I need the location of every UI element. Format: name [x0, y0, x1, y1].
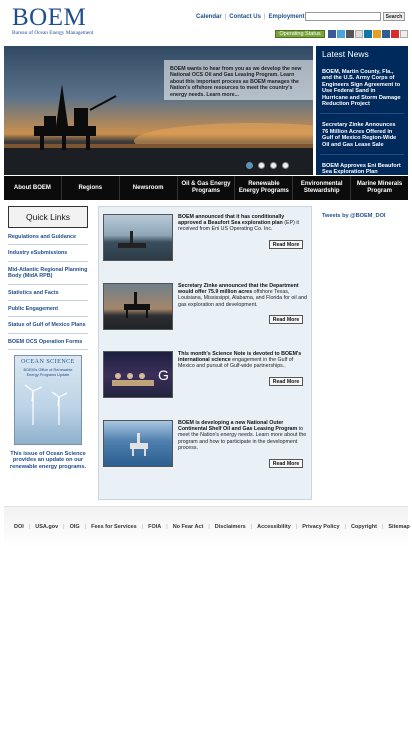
linkedin-icon[interactable]	[364, 30, 372, 38]
quick-link[interactable]: Mid-Atlantic Regional Planning Body (Mid…	[8, 265, 88, 285]
footer-link-disclaimers[interactable]: Disclaimers	[215, 524, 246, 530]
footer-link-fees[interactable]: Fees for Services	[91, 524, 137, 530]
quick-links-heading: Quick Links	[8, 206, 88, 228]
drillship-image	[118, 231, 146, 248]
footer-links: DOI | USA.gov | OIG | Fees for Services | FO…	[14, 524, 410, 530]
story-text: BOEM announced that it has conditionally…	[178, 214, 308, 233]
quick-links-list: Regulations and Guidance Industry eSubmi…	[8, 232, 88, 353]
nav-regions[interactable]: Regions	[62, 176, 120, 200]
youtube-icon[interactable]	[346, 30, 354, 38]
read-more-button[interactable]: Read More	[269, 459, 303, 468]
hero-promo: BOEM wants to hear from you as we develo…	[164, 60, 314, 100]
logo-wordmark: BOEM	[12, 4, 87, 31]
story-headline[interactable]: BOEM is developing a new National Outer …	[178, 420, 297, 432]
flickr-icon[interactable]	[355, 30, 363, 38]
slide-dot-4[interactable]	[282, 162, 289, 169]
news-item[interactable]: BOEM, Martin County, Fla., and the U.S. …	[320, 67, 404, 115]
slide-dot-2[interactable]	[258, 162, 265, 169]
quick-link[interactable]: BOEM OCS Operation Forms	[8, 337, 88, 351]
facebook-icon[interactable]	[328, 30, 336, 38]
story-text: This month's Science Note is devoted to …	[178, 351, 308, 370]
story-image[interactable]	[103, 420, 173, 467]
social-icons	[328, 30, 408, 38]
email-icon[interactable]	[382, 30, 390, 38]
wind-turbine-icon	[24, 384, 68, 425]
footer-link-foia[interactable]: FOIA	[148, 524, 161, 530]
latest-news-panel: Latest News BOEM, Martin County, Fla., a…	[316, 46, 408, 175]
calendar-link[interactable]: Calendar	[196, 14, 222, 20]
read-more-button[interactable]: Read More	[269, 377, 303, 386]
boem-logo[interactable]: BOEM Bureau of Ocean Energy Management	[12, 4, 104, 42]
footer-link-sitemap[interactable]: Sitemap	[388, 524, 409, 530]
contact-us-link[interactable]: Contact Us	[229, 14, 261, 20]
svg-text:G: G	[158, 367, 169, 383]
story-image[interactable]	[103, 214, 173, 261]
stories-panel: BOEM announced that it has conditionally…	[98, 206, 312, 500]
footer-link-copyright[interactable]: Copyright	[351, 524, 377, 530]
footer-link-privacy[interactable]: Privacy Policy	[302, 524, 339, 530]
footer-link-no-fear[interactable]: No Fear Act	[173, 524, 204, 530]
twitter-timeline-link[interactable]: Tweets by @BOEM_DOI	[322, 213, 385, 219]
nav-about-boem[interactable]: About BOEM	[4, 176, 62, 200]
employment-link[interactable]: Employment	[268, 14, 304, 20]
quick-link[interactable]: Public Engagement	[8, 304, 88, 318]
twitter-icon[interactable]	[337, 30, 345, 38]
story-text: BOEM is developing a new National Outer …	[178, 420, 308, 451]
nav-marine-minerals[interactable]: Marine Minerals Program	[351, 176, 408, 200]
rss-icon[interactable]	[373, 30, 381, 38]
operating-status-button[interactable]: Operating Status	[275, 30, 325, 38]
footer-link-usagov[interactable]: USA.gov	[35, 524, 58, 530]
footer-link-doi[interactable]: DOI	[14, 524, 24, 530]
nav-renewable[interactable]: Renewable Energy Programs	[235, 176, 294, 200]
quick-link[interactable]: Status of Gulf of Mexico Plans	[8, 320, 88, 334]
story-text: Secretary Zinke announced that the Depar…	[178, 283, 308, 308]
offshore-platform-image	[130, 433, 148, 456]
latest-news-title: Latest News	[322, 49, 369, 59]
hero-learn-more-link[interactable]: Learn more...	[206, 92, 239, 98]
ocean-science-caption[interactable]: This issue of Ocean Science provides an …	[8, 451, 88, 470]
story-image[interactable]	[103, 283, 173, 330]
read-more-button[interactable]: Read More	[269, 315, 303, 324]
slide-dot-3[interactable]	[270, 162, 277, 169]
search-button[interactable]: Search	[383, 12, 405, 21]
youtube-icon[interactable]	[391, 30, 399, 38]
oil-platform-image	[124, 292, 150, 318]
nav-newsroom[interactable]: Newsroom	[120, 176, 178, 200]
read-more-button[interactable]: Read More	[269, 240, 303, 249]
quick-link[interactable]: Statistics and Facts	[8, 288, 88, 302]
ocean-science-subtitle: BOEM's Office of Renewable Energy Progra…	[23, 368, 73, 377]
utility-links: Calendar | Contact Us | Employment	[196, 14, 305, 20]
story-headline[interactable]: BOEM announced that it has conditionally…	[178, 214, 284, 226]
conference-panel-image: G	[112, 367, 169, 386]
news-item[interactable]: Secretary Zinke Announces 76 Million Acr…	[320, 120, 404, 156]
ocean-science-cover[interactable]: OCEAN SCIENCE BOEM's Office of Renewable…	[14, 355, 82, 445]
quick-link[interactable]: Industry eSubmissions	[8, 248, 88, 262]
slide-dot-1[interactable]	[246, 162, 253, 169]
nav-oil-gas[interactable]: Oil & Gas Energy Programs	[178, 176, 236, 200]
story-image[interactable]: G	[103, 351, 173, 398]
logo-subtitle: Bureau of Ocean Energy Management	[12, 30, 94, 36]
slide-dots	[246, 162, 289, 169]
ocean-science-title: OCEAN SCIENCE	[21, 359, 75, 365]
main-nav: About BOEM Regions Newsroom Oil & Gas En…	[4, 176, 408, 200]
nav-environmental[interactable]: Environmental Stewardship	[293, 176, 352, 200]
search-input[interactable]	[305, 12, 381, 21]
footer-link-oig[interactable]: OIG	[70, 524, 80, 530]
footer-link-accessibility[interactable]: Accessibility	[257, 524, 291, 530]
more-icon[interactable]	[400, 30, 408, 38]
quick-link[interactable]: Regulations and Guidance	[8, 232, 88, 246]
